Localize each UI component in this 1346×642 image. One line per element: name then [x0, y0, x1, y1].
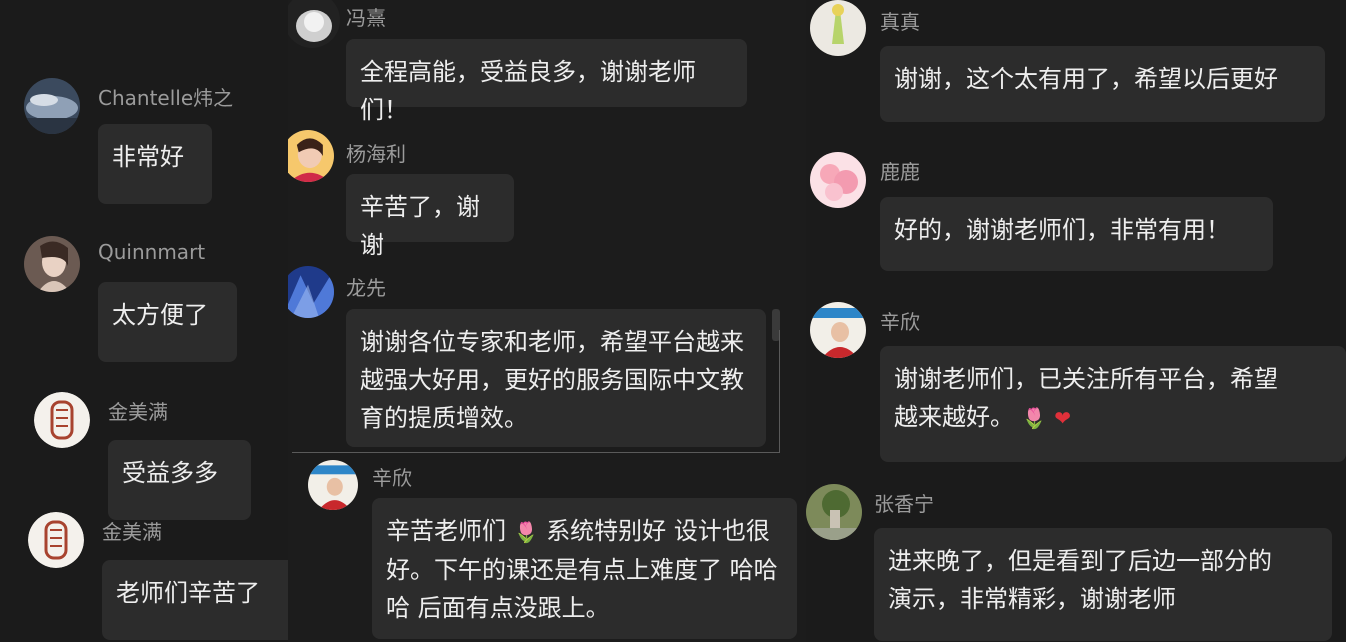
rose-icon: 🌷	[513, 520, 539, 544]
sender-name: 辛欣	[372, 466, 412, 490]
message-text: 全程高能，受益良多，谢谢老师们！	[360, 58, 696, 124]
sender-name: 冯熹	[346, 6, 386, 30]
message-line: 辛苦老师们 🌷 系统特别好 设计也很	[386, 512, 783, 551]
message-text: 太方便了	[112, 301, 208, 329]
message-bubble[interactable]: 老师们辛苦了	[102, 560, 288, 640]
message-line: 育的提质增效。	[360, 404, 528, 432]
message-text: 辛苦老师们	[386, 517, 506, 545]
sender-name: 辛欣	[880, 310, 920, 334]
user-avatar[interactable]	[288, 130, 334, 182]
message-bubble[interactable]: 谢谢老师们，已关注所有平台，希望 越来越好。 🌷 ❤	[880, 346, 1346, 462]
message-bubble[interactable]: 太方便了	[98, 282, 237, 362]
message-line: 越强大好用，更好的服务国际中文教	[360, 366, 744, 394]
message-bubble[interactable]: 受益多多	[108, 440, 251, 520]
sender-name: 杨海利	[346, 142, 406, 166]
message-line: 好。下午的课还是有点上难度了 哈哈	[386, 556, 778, 584]
message-line: 演示，非常精彩，谢谢老师	[888, 585, 1176, 613]
heart-icon: ❤	[1054, 406, 1071, 430]
message-bubble[interactable]: 辛苦了，谢谢	[346, 174, 514, 259]
message-bubble[interactable]: 辛苦老师们 🌷 系统特别好 设计也很 好。下午的课还是有点上难度了 哈哈 哈 后…	[372, 498, 797, 639]
user-avatar[interactable]	[810, 152, 866, 208]
sender-name: Chantelle炜之	[98, 86, 234, 110]
sender-name: 龙先	[346, 276, 386, 300]
message-bubble[interactable]: 非常好	[98, 124, 212, 204]
message-text: 辛苦了，谢谢	[360, 193, 480, 259]
user-avatar[interactable]	[288, 266, 334, 318]
user-avatar[interactable]	[806, 484, 862, 540]
message-line: 谢谢各位专家和老师，希望平台越来	[360, 328, 744, 356]
user-avatar[interactable]	[288, 0, 340, 48]
message-text: 受益多多	[122, 459, 218, 487]
chat-column-right: 真真 谢谢，这个太有用了，希望以后更好 鹿鹿 好的，谢谢老师们，非常有用！ 辛欣…	[806, 0, 1346, 642]
user-avatar[interactable]	[24, 78, 80, 134]
message-bubble[interactable]: 好的，谢谢老师们，非常有用！	[880, 197, 1273, 271]
user-avatar[interactable]	[810, 0, 866, 56]
user-avatar[interactable]	[810, 302, 866, 358]
message-line: 越来越好。 🌷 ❤	[894, 398, 1332, 437]
sender-name: 金美满	[102, 520, 162, 544]
message-bubble[interactable]: 进来晚了，但是看到了后边一部分的 演示，非常精彩，谢谢老师	[874, 528, 1332, 641]
panel-divider	[292, 452, 780, 453]
seal-avatar[interactable]	[28, 512, 84, 568]
message-text: 越来越好。	[894, 403, 1014, 431]
message-bubble[interactable]: 谢谢各位专家和老师，希望平台越来 越强大好用，更好的服务国际中文教 育的提质增效…	[346, 309, 766, 447]
message-line: 哈 后面有点没跟上。	[386, 594, 610, 622]
message-line: 进来晚了，但是看到了后边一部分的	[888, 547, 1272, 575]
seal-avatar[interactable]	[34, 392, 90, 448]
user-avatar[interactable]	[308, 460, 358, 510]
panel-divider	[779, 330, 780, 452]
rose-icon: 🌷	[1021, 406, 1047, 430]
chat-column-middle: 冯熹 全程高能，受益良多，谢谢老师们！ 杨海利 辛苦了，谢谢 龙先 谢谢各位专家…	[288, 0, 806, 642]
sender-name: 金美满	[108, 400, 168, 424]
message-text: 非常好	[112, 143, 184, 171]
message-bubble[interactable]: 谢谢，这个太有用了，希望以后更好	[880, 46, 1325, 122]
message-line: 谢谢老师们，已关注所有平台，希望	[894, 365, 1278, 393]
message-text: 系统特别好 设计也很	[546, 517, 770, 545]
sender-name: 真真	[880, 10, 920, 34]
message-bubble[interactable]: 全程高能，受益良多，谢谢老师们！	[346, 39, 747, 124]
sender-name: 张香宁	[874, 492, 934, 516]
user-avatar[interactable]	[24, 236, 80, 292]
message-text: 好的，谢谢老师们，非常有用！	[894, 216, 1230, 244]
message-text: 老师们辛苦了	[116, 579, 260, 607]
sender-name: 鹿鹿	[880, 160, 920, 184]
chat-column-left: Chantelle炜之 非常好 Quinnmart 太方便了 金美满 受益多多 …	[0, 0, 288, 642]
message-text: 谢谢，这个太有用了，希望以后更好	[894, 65, 1278, 93]
sender-name: Quinnmart	[98, 240, 206, 264]
